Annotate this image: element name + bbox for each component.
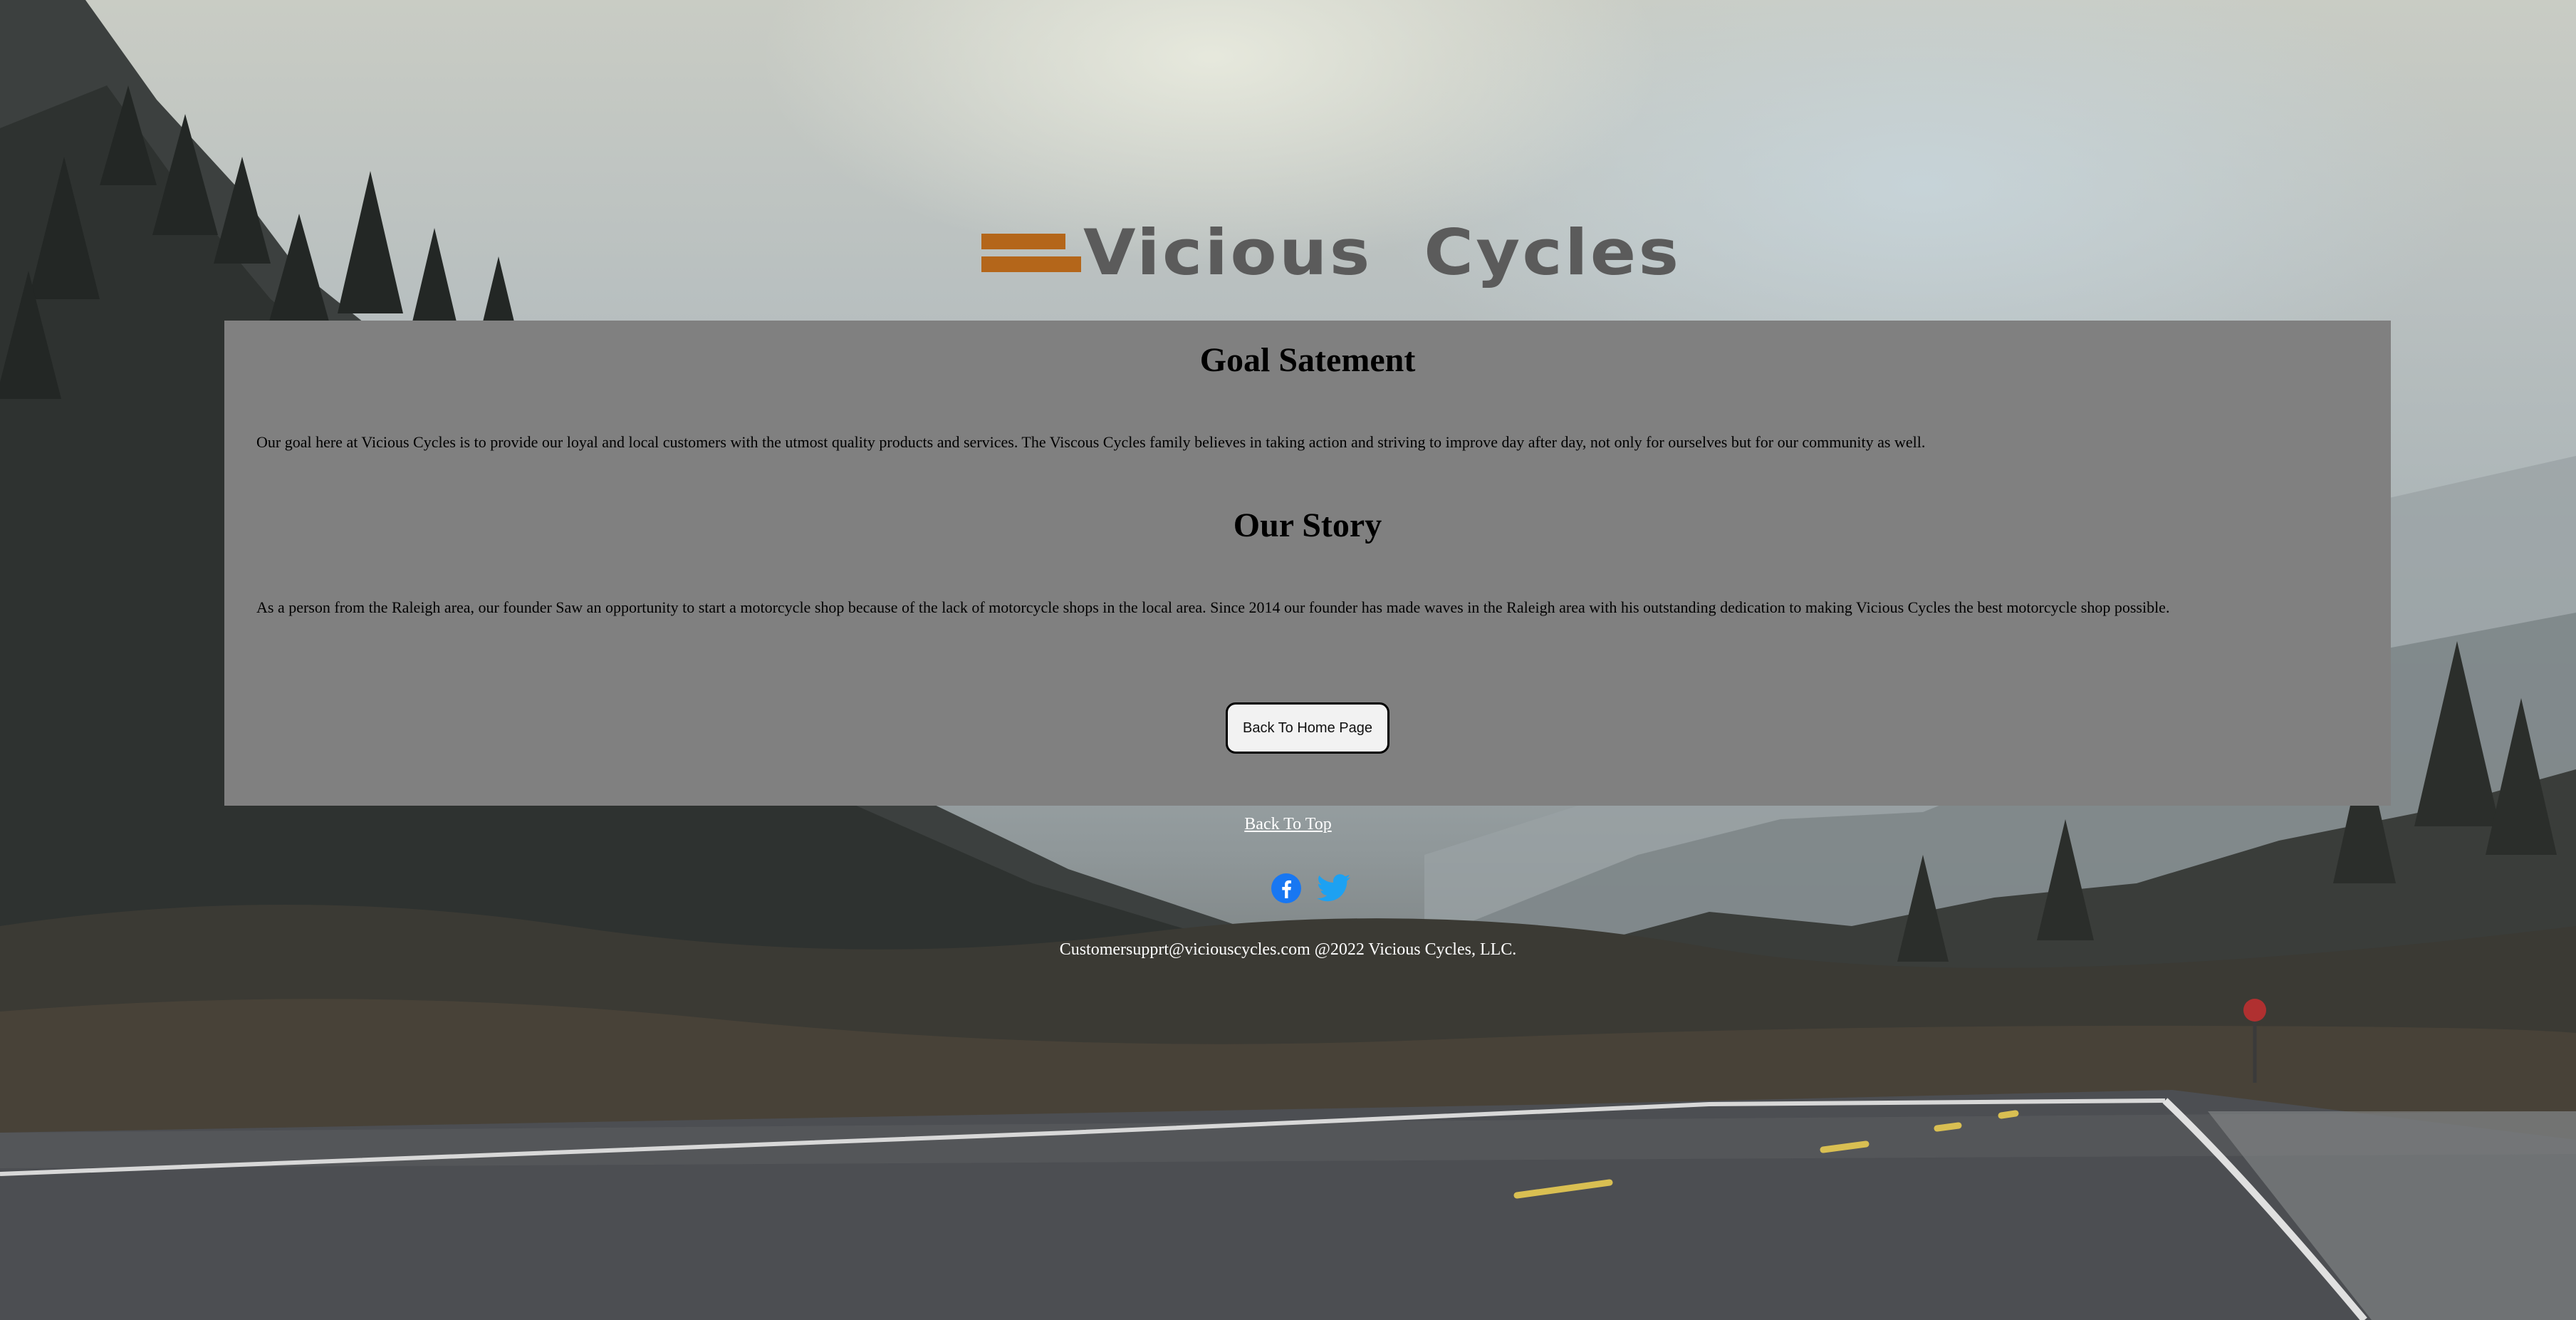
logo-stripes-icon bbox=[981, 231, 1081, 275]
goal-statement-text: Our goal here at Vicious Cycles is to pr… bbox=[256, 433, 1926, 451]
goal-statement-heading: Goal Satement bbox=[1199, 341, 1416, 379]
facebook-icon[interactable] bbox=[1270, 872, 1303, 905]
our-story-text: As a person from the Raleigh area, our f… bbox=[256, 598, 2170, 616]
copyright-text: Customersupprt@viciouscycles.com @2022 V… bbox=[1059, 940, 1517, 959]
back-to-home-button[interactable]: Back To Home Page bbox=[1226, 702, 1389, 754]
social-links bbox=[1270, 871, 1350, 906]
our-story-heading: Our Story bbox=[1233, 506, 1382, 544]
twitter-icon[interactable] bbox=[1317, 872, 1350, 905]
content-panel: Goal Satement Our goal here at Vicious C… bbox=[224, 321, 2391, 806]
site-logo: Vicious Cycles bbox=[981, 214, 1679, 292]
logo-text: Vicious Cycles bbox=[1083, 216, 1681, 289]
back-to-top-link[interactable]: Back To Top bbox=[0, 815, 2576, 834]
